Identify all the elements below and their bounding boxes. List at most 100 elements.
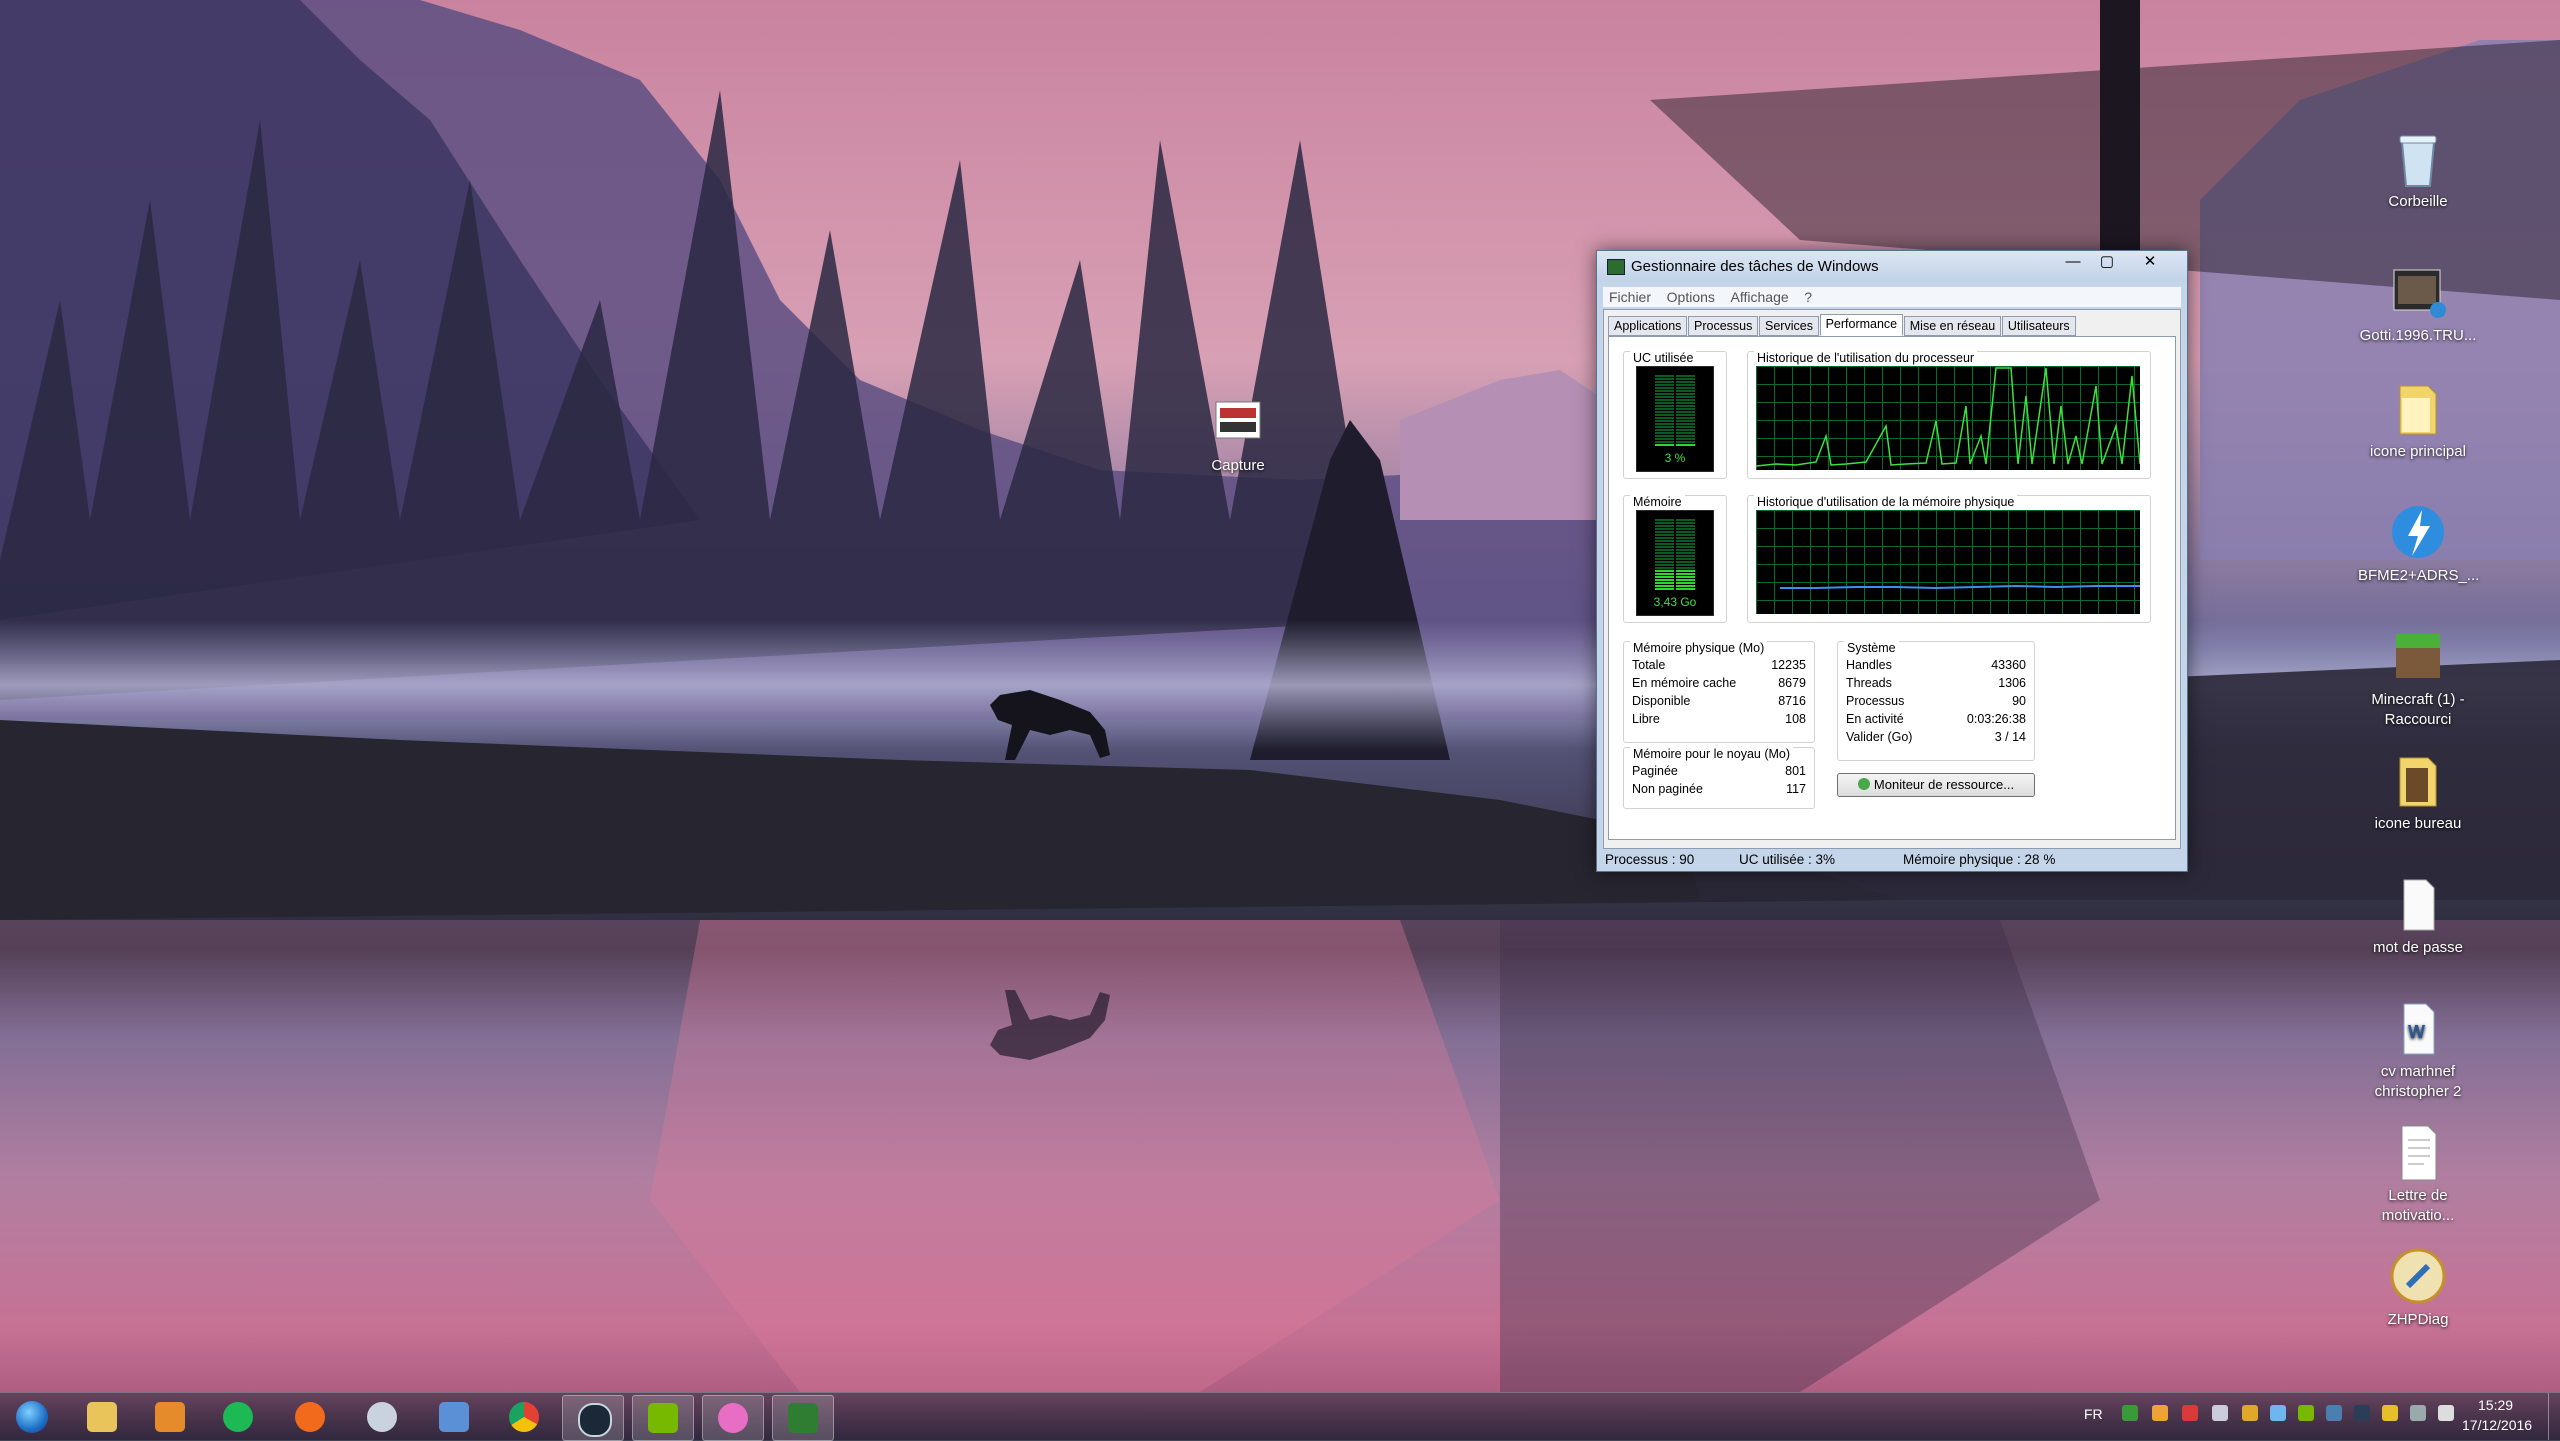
show-desktop-button[interactable] (2548, 1393, 2560, 1440)
task-manager-icon (1607, 259, 1625, 275)
taskbar-task-manager[interactable] (772, 1395, 834, 1441)
stat-label: Paginée (1632, 764, 1678, 778)
status-bar: Processus : 90 UC utilisée : 3% Mémoire … (1603, 851, 2181, 869)
stat-value: 90 (2012, 694, 2026, 708)
memory-meter-bar-segment (1655, 549, 1674, 551)
cpu-meter-bar-segment (1655, 387, 1674, 389)
memory-meter-bar-segment (1655, 570, 1674, 572)
cpu-meter-bar-segment (1655, 402, 1674, 404)
system-group: Système Handles 43360 Threads 1306 Process… (1837, 641, 2035, 761)
desktop-icon-lettre[interactable]: Lettre de motivatio... (2358, 1122, 2478, 1226)
text-file-icon (2388, 874, 2448, 934)
tab-applications[interactable]: Applications (1608, 316, 1688, 336)
tray-network-icon[interactable] (2122, 1405, 2138, 1421)
tray-arrow-icon[interactable] (2410, 1405, 2426, 1421)
taskbar-itunes[interactable] (702, 1395, 764, 1441)
desktop-icon-icone-bureau[interactable]: icone bureau (2358, 750, 2478, 834)
memory-meter-bar-segment (1655, 537, 1674, 539)
tab-mise-en-reseau[interactable]: Mise en réseau (1903, 316, 2002, 336)
video-file-icon (2388, 262, 2448, 322)
status-memory: Mémoire physique : 28 % (1903, 852, 2056, 867)
menu-fichier[interactable]: Fichier (1603, 287, 1657, 307)
cpu-meter-bar-segment (1676, 378, 1695, 380)
memory-meter-bar-segment (1655, 561, 1674, 563)
close-button[interactable]: ✕ (2127, 252, 2173, 272)
taskbar-cyberlink[interactable] (352, 1395, 412, 1439)
svg-text:W: W (2408, 1022, 2425, 1042)
menu-help[interactable]: ? (1798, 287, 1818, 307)
clock-time[interactable]: 15:29 (2478, 1397, 2513, 1413)
cpu-history-line (1756, 367, 2140, 467)
task-manager-window[interactable]: Gestionnaire des tâches de Windows — ▢ ✕… (1596, 250, 2188, 872)
tab-processus[interactable]: Processus (1688, 316, 1759, 336)
desktop-icon-capture[interactable]: Capture (1178, 392, 1298, 476)
tray-geforce-icon[interactable] (2298, 1405, 2314, 1421)
minimize-button[interactable]: — (2057, 252, 2089, 272)
resource-monitor-button[interactable]: Moniteur de ressource... (1837, 773, 2035, 797)
desktop-icon-gotti[interactable]: Gotti.1996.TRU... (2358, 262, 2478, 346)
tab-services[interactable]: Services (1759, 316, 1819, 336)
tray-origin-icon[interactable] (2152, 1405, 2168, 1421)
memory-meter-bar-segment (1676, 519, 1695, 521)
memory-meter-bar-segment (1655, 522, 1674, 524)
spotify-icon (223, 1402, 253, 1432)
window-titlebar[interactable]: Gestionnaire des tâches de Windows — ▢ ✕ (1597, 251, 2187, 281)
memory-meter-bar-segment (1655, 552, 1674, 554)
tray-x-icon[interactable] (2182, 1405, 2198, 1421)
desktop-icon-minecraft[interactable]: Minecraft (1) - Raccourci (2358, 626, 2478, 730)
stat-label: Libre (1632, 712, 1660, 726)
tray-volume-icon[interactable] (2212, 1405, 2228, 1421)
cpu-meter-bar-segment (1676, 375, 1695, 377)
screenshot-file-icon (1208, 392, 1268, 452)
tray-action-center-icon[interactable] (2438, 1405, 2454, 1421)
desktop-icon-label: cv marhnef christopher 2 (2374, 1063, 2462, 1100)
taskbar-file-explorer[interactable] (72, 1395, 132, 1439)
taskbar-chrome[interactable] (494, 1395, 554, 1439)
taskbar-geforce[interactable] (632, 1395, 694, 1441)
memory-meter-bar-segment (1676, 582, 1695, 584)
stat-label: Handles (1846, 658, 1892, 672)
cpu-meter-bar-segment (1655, 396, 1674, 398)
menu-affichage[interactable]: Affichage (1725, 287, 1795, 307)
taskbar-uplay[interactable] (424, 1395, 484, 1439)
tray-cloud-icon[interactable] (2270, 1405, 2286, 1421)
stat-value: 117 (1786, 782, 1806, 796)
cpu-meter-bar-segment (1676, 390, 1695, 392)
cpu-meter-bar-segment (1655, 444, 1674, 446)
maximize-button[interactable]: ▢ (2091, 252, 2123, 272)
desktop-icon-cv[interactable]: W cv marhnef christopher 2 (2358, 998, 2478, 1102)
taskbar-origin[interactable] (280, 1395, 340, 1439)
desktop-icon-mot-de-passe[interactable]: mot de passe (2358, 874, 2478, 958)
taskbar-spotify[interactable] (208, 1395, 268, 1439)
menu-options[interactable]: Options (1661, 287, 1721, 307)
tray-flag-icon[interactable] (2242, 1405, 2258, 1421)
memory-meter-bar-segment (1655, 534, 1674, 536)
stat-value: 801 (1785, 764, 1806, 778)
memory-meter-bar-segment (1676, 534, 1695, 536)
memory-meter-bar-segment (1655, 579, 1674, 581)
desktop-icon-label: mot de passe (2372, 939, 2464, 956)
memory-meter-bar-segment (1676, 570, 1695, 572)
desktop-icon-zhpdiag[interactable]: ZHPDiag (2358, 1246, 2478, 1330)
taskbar-media-player[interactable] (140, 1395, 200, 1439)
cpu-meter-bar-segment (1676, 435, 1695, 437)
cpu-meter-bar-segment (1655, 417, 1674, 419)
desktop-icon-bfme2[interactable]: BFME2+ADRS_... (2358, 502, 2480, 586)
tray-monitor-icon[interactable] (2326, 1405, 2342, 1421)
clock-date[interactable]: 17/12/2016 (2462, 1417, 2532, 1433)
language-indicator[interactable]: FR (2084, 1406, 2103, 1422)
cpu-meter-bar-segment (1676, 408, 1695, 410)
tab-utilisateurs[interactable]: Utilisateurs (2001, 316, 2076, 336)
physical-memory-title: Mémoire physique (Mo) (1630, 641, 1768, 655)
tab-performance[interactable]: Performance (1819, 314, 1904, 336)
tray-steam-icon[interactable] (2354, 1405, 2370, 1421)
desktop-icon-corbeille[interactable]: Corbeille (2358, 128, 2478, 212)
start-button[interactable] (2, 1395, 62, 1439)
desktop-icon-label: Gotti.1996.TRU... (2359, 327, 2477, 344)
desktop-icon-label: BFME2+ADRS_... (2358, 567, 2480, 584)
taskbar-steam[interactable] (562, 1395, 624, 1441)
stat-label: Non paginée (1632, 782, 1703, 796)
desktop-icon-icone-principal[interactable]: icone principal (2358, 378, 2478, 462)
cpu-usage-meter: 3 % (1636, 366, 1714, 472)
tray-warning-icon[interactable] (2382, 1405, 2398, 1421)
